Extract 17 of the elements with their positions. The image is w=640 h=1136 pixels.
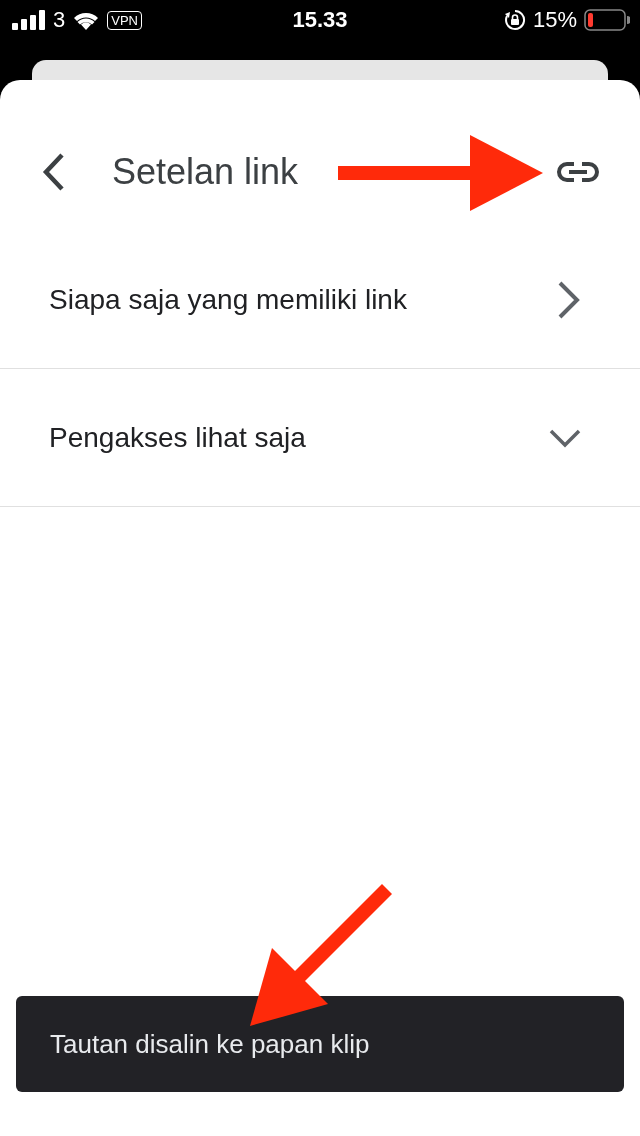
battery-icon <box>584 9 630 31</box>
vpn-badge: VPN <box>107 10 142 30</box>
settings-row[interactable]: Siapa saja yang memiliki link <box>0 231 640 369</box>
chevron-right-icon <box>556 279 582 320</box>
carrier-text: 3 <box>53 7 66 33</box>
rotation-lock-icon <box>503 9 526 31</box>
status-time: 15.33 <box>291 7 349 33</box>
row-label: Pengakses lihat saja <box>49 421 306 454</box>
wifi-icon <box>72 10 101 30</box>
page-title: Setelan link <box>112 151 299 193</box>
chevron-down-icon <box>548 427 582 448</box>
row-label: Siapa saja yang memiliki link <box>49 283 407 316</box>
settings-row[interactable]: Pengakses lihat saja <box>0 369 640 507</box>
link-button[interactable] <box>556 160 600 184</box>
signal-icon <box>12 10 46 30</box>
battery-percent: 15% <box>532 7 577 33</box>
snackbar-message: Tautan disalin ke papan klip <box>50 1028 370 1060</box>
